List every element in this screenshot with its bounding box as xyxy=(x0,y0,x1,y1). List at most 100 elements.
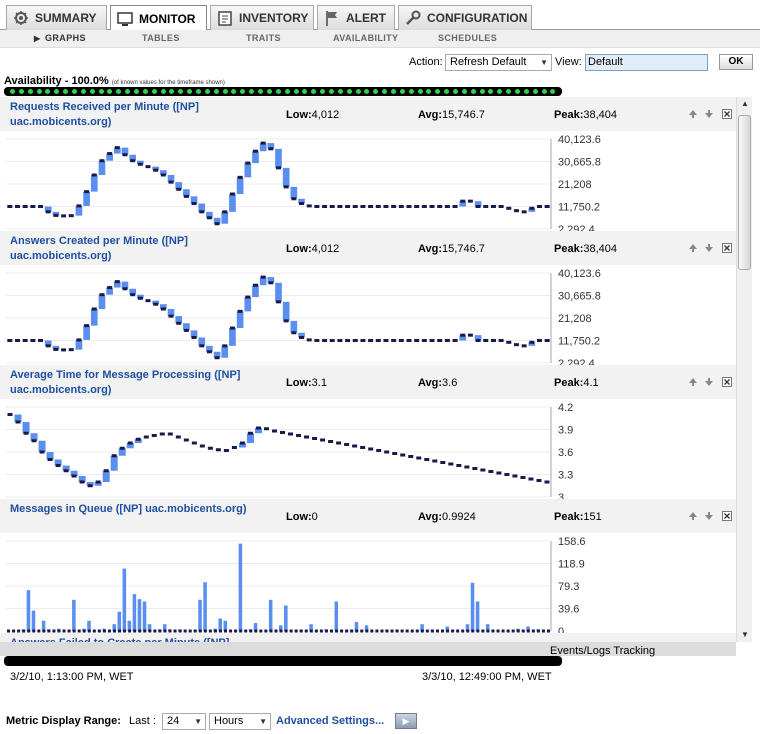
chart-point[interactable] xyxy=(119,446,125,450)
chart-point[interactable] xyxy=(392,452,398,455)
chart-point[interactable] xyxy=(137,296,143,300)
chart-point[interactable] xyxy=(167,432,173,436)
chart-point[interactable] xyxy=(153,168,159,172)
chart-point[interactable] xyxy=(91,307,97,311)
chart-point[interactable] xyxy=(488,470,494,473)
chart-point[interactable] xyxy=(145,299,151,303)
chart-point[interactable] xyxy=(276,300,281,304)
chart-point[interactable] xyxy=(23,431,29,435)
metric-title[interactable]: Average Time for Message Processing ([NP… xyxy=(10,368,272,398)
chart-bar[interactable] xyxy=(284,605,288,631)
chart-point[interactable] xyxy=(76,204,82,208)
chart-point[interactable] xyxy=(168,314,174,318)
chart-point[interactable] xyxy=(176,321,182,325)
chart-bar[interactable] xyxy=(127,620,132,631)
chart-point[interactable] xyxy=(38,339,44,343)
chart-point[interactable] xyxy=(513,209,519,213)
chart-point[interactable] xyxy=(376,449,382,452)
chart-point[interactable] xyxy=(168,180,174,184)
chart-point[interactable] xyxy=(245,161,251,165)
chart-point[interactable] xyxy=(268,147,274,151)
chart-point[interactable] xyxy=(260,141,266,145)
chart-point[interactable] xyxy=(456,464,462,467)
move-down-icon[interactable] xyxy=(704,109,714,119)
chart-point[interactable] xyxy=(312,437,318,440)
chart-point[interactable] xyxy=(513,343,519,347)
chart-point[interactable] xyxy=(467,333,473,337)
chart-point[interactable] xyxy=(199,344,205,348)
go-button[interactable]: ▶ xyxy=(395,713,417,729)
chart-point[interactable] xyxy=(245,295,251,299)
chart-point[interactable] xyxy=(429,339,435,343)
chart-point[interactable] xyxy=(237,175,243,179)
chart-point[interactable] xyxy=(252,149,258,153)
chart-bar[interactable] xyxy=(238,543,243,631)
tab-inventory[interactable]: INVENTORY xyxy=(210,5,314,30)
chart-point[interactable] xyxy=(39,450,45,454)
chart-bar[interactable] xyxy=(41,620,46,631)
chart-point[interactable] xyxy=(506,206,512,210)
chart-point[interactable] xyxy=(76,338,82,342)
chart-point[interactable] xyxy=(30,205,36,209)
chart-point[interactable] xyxy=(199,444,205,448)
chart-bar[interactable] xyxy=(218,618,222,631)
chart-point[interactable] xyxy=(7,413,13,416)
chart-point[interactable] xyxy=(143,435,149,439)
chart-point[interactable] xyxy=(214,222,220,226)
move-down-icon[interactable] xyxy=(704,511,714,521)
chart-point[interactable] xyxy=(268,281,274,285)
chart-point[interactable] xyxy=(437,205,443,209)
chart-point[interactable] xyxy=(498,339,504,343)
chart-point[interactable] xyxy=(291,331,297,335)
chart-point[interactable] xyxy=(183,328,189,332)
chart-point[interactable] xyxy=(421,205,427,209)
chart-point[interactable] xyxy=(68,214,74,218)
chart-point[interactable] xyxy=(145,165,151,169)
chart-point[interactable] xyxy=(99,159,105,163)
subnav-graphs[interactable]: GRAPHS xyxy=(45,33,86,43)
chart-point[interactable] xyxy=(414,205,420,209)
chart-point[interactable] xyxy=(483,205,489,209)
chart-point[interactable] xyxy=(114,280,120,284)
tab-monitor[interactable]: MONITOR xyxy=(110,5,207,31)
chart-point[interactable] xyxy=(383,339,389,343)
chart-point[interactable] xyxy=(344,443,350,446)
chart-point[interactable] xyxy=(521,344,527,348)
chart-point[interactable] xyxy=(160,173,166,177)
close-icon[interactable] xyxy=(722,243,732,253)
chart-point[interactable] xyxy=(31,439,37,443)
chart-point[interactable] xyxy=(528,477,534,481)
chart-point[interactable] xyxy=(71,474,77,478)
chart-point[interactable] xyxy=(15,205,21,209)
chart-bar[interactable] xyxy=(137,599,142,631)
chart-point[interactable] xyxy=(398,339,404,343)
chart-point[interactable] xyxy=(283,319,289,323)
chart-point[interactable] xyxy=(47,458,53,461)
chart-point[interactable] xyxy=(432,459,438,463)
chart-point[interactable] xyxy=(337,205,343,209)
chart-bar[interactable] xyxy=(132,594,137,631)
chart-point[interactable] xyxy=(7,205,13,209)
chart-point[interactable] xyxy=(215,448,221,452)
chart-point[interactable] xyxy=(498,205,504,209)
chart-point[interactable] xyxy=(448,462,454,466)
chart-point[interactable] xyxy=(398,205,404,209)
chart-point[interactable] xyxy=(107,286,113,290)
chart-point[interactable] xyxy=(103,469,109,473)
chart-point[interactable] xyxy=(91,173,97,177)
chart-point[interactable] xyxy=(299,202,305,206)
chart-point[interactable] xyxy=(84,190,90,194)
ok-button[interactable]: OK xyxy=(719,54,753,70)
chart-point[interactable] xyxy=(122,153,128,157)
chart-point[interactable] xyxy=(460,333,466,337)
chart-point[interactable] xyxy=(176,187,182,191)
chart-point[interactable] xyxy=(452,339,458,343)
chart-bar[interactable] xyxy=(122,568,127,631)
chart-point[interactable] xyxy=(260,275,266,279)
move-up-icon[interactable] xyxy=(688,377,698,387)
chart-point[interactable] xyxy=(283,185,289,189)
chart-point[interactable] xyxy=(191,202,197,206)
chart-point[interactable] xyxy=(304,435,310,439)
chart-point[interactable] xyxy=(252,283,258,287)
chart-point[interactable] xyxy=(229,326,235,330)
